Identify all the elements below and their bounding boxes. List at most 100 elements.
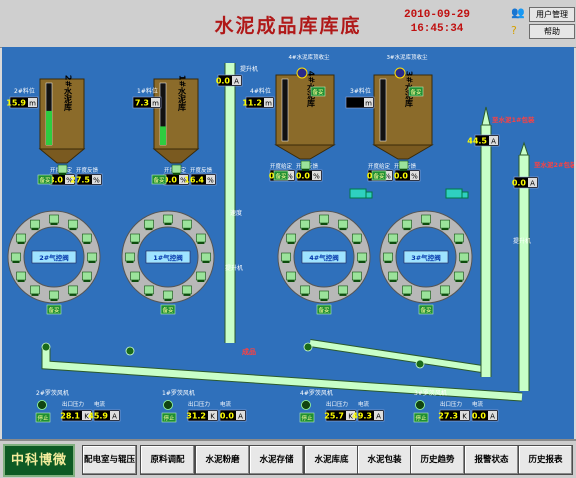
- silo-1-ring-valve-7[interactable]: [11, 252, 21, 263]
- silo-3-ring-valve-3[interactable]: [338, 285, 348, 296]
- silo-2-ring-valve-4[interactable]: [163, 290, 173, 301]
- blower-3-status: 停止: [299, 412, 315, 423]
- elevator-current-3: 0.0 A: [512, 176, 539, 189]
- nav-button-7[interactable]: 历史趋势: [410, 445, 465, 475]
- silo-2-ring-valve-11[interactable]: [182, 219, 192, 231]
- silo-2-ring-valve-4-base: [164, 299, 172, 301]
- silo-1-ring-valve-6[interactable]: [16, 271, 26, 282]
- blower-2-icon[interactable]: [163, 400, 173, 410]
- blower-4-name: 3#罗茨风机: [414, 389, 447, 397]
- silo-3-dust-collector-icon[interactable]: [296, 67, 308, 79]
- silo-3-ring-valve-11-body: [338, 219, 348, 229]
- silo-4-ring-valve-8[interactable]: [388, 233, 398, 244]
- silo-2-ring-valve-2[interactable]: [196, 271, 206, 282]
- silo-3-ring-badge[interactable]: 备妥: [316, 304, 332, 315]
- silo-1-ring-valve-1[interactable]: [87, 252, 97, 263]
- silo-1-ring-valve-5[interactable]: [30, 285, 40, 296]
- blower-4-current-value: 0.0: [472, 412, 487, 421]
- silo-3-dust-badge[interactable]: 备妥: [310, 86, 326, 97]
- silo-3-ring-valve-12[interactable]: [352, 233, 362, 244]
- silo-3-ring-valve-11[interactable]: [338, 219, 348, 231]
- silo-4-ring-valve-2[interactable]: [454, 271, 464, 282]
- silo-3-feeder-icon[interactable]: [300, 160, 311, 171]
- silo-3-ring-valve-4[interactable]: [319, 290, 329, 301]
- silo-2-ring-valve-9[interactable]: [144, 219, 154, 231]
- blower-3-fan-icon[interactable]: [303, 342, 313, 352]
- silo-2-ring-valve-6[interactable]: [130, 271, 140, 282]
- silo-1-ring-valve-3[interactable]: [68, 285, 78, 296]
- silo-2-feeder-icon[interactable]: [171, 164, 182, 175]
- user-manage-button[interactable]: 用户管理: [529, 7, 575, 22]
- silo-4-cone: [372, 144, 434, 160]
- silo-4-ring-valve-12[interactable]: [454, 233, 464, 244]
- silo-1-status-badge[interactable]: 备妥: [37, 174, 53, 185]
- silo-2-ring-valve-7[interactable]: [125, 252, 135, 263]
- nav-button-5[interactable]: 水泥库底: [304, 445, 359, 475]
- silo-3-status-badge[interactable]: 备妥: [273, 170, 289, 181]
- silo-4-dust-collector-icon[interactable]: [394, 67, 406, 79]
- blower-2-fan-icon[interactable]: [125, 346, 135, 356]
- silo-4-status-badge[interactable]: 备妥: [371, 170, 387, 181]
- truck-2-cab: [461, 191, 469, 199]
- silo-2-ring-badge[interactable]: 备妥: [160, 304, 176, 315]
- silo-4-ring-valve-7[interactable]: [383, 252, 393, 263]
- nav-button-2[interactable]: 原料调配: [140, 445, 195, 475]
- silo-3-ring-valve-1[interactable]: [357, 252, 367, 263]
- silo-2-ring-valve-8[interactable]: [130, 233, 140, 244]
- silo-4-ring-valve-9[interactable]: [402, 219, 412, 231]
- nav-button-4[interactable]: 水泥存储: [249, 445, 304, 475]
- silo-1-ring-valve-12[interactable]: [82, 233, 92, 244]
- nav-button-1[interactable]: 配电室与辊压机: [82, 445, 137, 475]
- silo-4-dust-badge[interactable]: 备妥: [408, 86, 424, 97]
- silo-4-ring-valve-10[interactable]: [421, 214, 431, 225]
- nav-button-3[interactable]: 水泥粉磨: [195, 445, 250, 475]
- silo-1-ring-valve-9[interactable]: [30, 219, 40, 231]
- blower-3-icon[interactable]: [301, 400, 311, 410]
- silo-3-ring-valve-9[interactable]: [300, 219, 310, 231]
- silo-1-ring-valve-3-body: [68, 285, 78, 295]
- silo-1-ring-valve-8[interactable]: [16, 233, 26, 244]
- silo-4-ring-valve-11[interactable]: [440, 219, 450, 231]
- blower-4-icon[interactable]: [415, 400, 425, 410]
- silo-4-ring-valve-6[interactable]: [388, 271, 398, 282]
- silo-4-ring-valve-1[interactable]: [459, 252, 469, 263]
- silo-2-status-badge[interactable]: 备妥: [151, 174, 167, 185]
- silo-4-ring-valve-12-body: [454, 233, 464, 243]
- silo-3-ring-valve-2[interactable]: [352, 271, 362, 282]
- nav-button-6[interactable]: 水泥包装: [357, 445, 412, 475]
- silo-2-ring-valve-12[interactable]: [196, 233, 206, 244]
- silo-1-ring-badge[interactable]: 备妥: [46, 304, 62, 315]
- nav-button-8[interactable]: 报警状态: [464, 445, 519, 475]
- silo-2-ring-valve-3[interactable]: [182, 285, 192, 296]
- blower-4-fan-icon[interactable]: [415, 359, 425, 369]
- silo-1-feedback-unit: %: [93, 177, 100, 185]
- silo-1-ring-valve-4[interactable]: [49, 290, 59, 301]
- silo-3-ring-valve-5[interactable]: [300, 285, 310, 296]
- blower-1-icon[interactable]: [37, 400, 47, 410]
- silo-3-ring-valve-7[interactable]: [281, 252, 291, 263]
- silo-1-ring-valve-2[interactable]: [82, 271, 92, 282]
- silo-3-ring-valve-5-body: [300, 285, 310, 295]
- silo-4-ring-valve-3[interactable]: [440, 285, 450, 296]
- silo-1-ring-valve-10[interactable]: [49, 214, 59, 225]
- silo-2-ring-valve-4-body: [163, 290, 173, 300]
- silo-1-level-value: 15.9: [6, 99, 26, 108]
- silo-4-feeder-icon[interactable]: [398, 160, 409, 171]
- silo-4-ring-valve-5[interactable]: [402, 285, 412, 296]
- nav-button-9[interactable]: 历史报表: [518, 445, 573, 475]
- silo-4-ring-valve-4[interactable]: [421, 290, 431, 301]
- silo-2-ring-valve-5[interactable]: [144, 285, 154, 296]
- silo-4-ring-badge[interactable]: 备妥: [418, 304, 434, 315]
- silo-1-feeder-icon[interactable]: [57, 164, 68, 175]
- silo-3-ring-valve-8[interactable]: [286, 233, 296, 244]
- silo-4-feeder-icon-body: [398, 160, 409, 170]
- silo-4-dust-badge-label: 备妥: [410, 88, 422, 96]
- silo-3-ring-valve-6[interactable]: [286, 271, 296, 282]
- silo-3-ring-valve-10[interactable]: [319, 214, 329, 225]
- silo-1-ring-valve-11[interactable]: [68, 219, 78, 231]
- silo-2-ring-valve-10[interactable]: [163, 214, 173, 225]
- navigation-bar: 中科博微制 配电室与辊压机原料调配水泥粉磨水泥存储水泥库底水泥包装历史趋势报警状…: [0, 439, 576, 478]
- blower-1-fan-icon[interactable]: [41, 342, 51, 352]
- help-button[interactable]: 帮助: [529, 24, 575, 39]
- silo-2-ring-valve-1[interactable]: [201, 252, 211, 263]
